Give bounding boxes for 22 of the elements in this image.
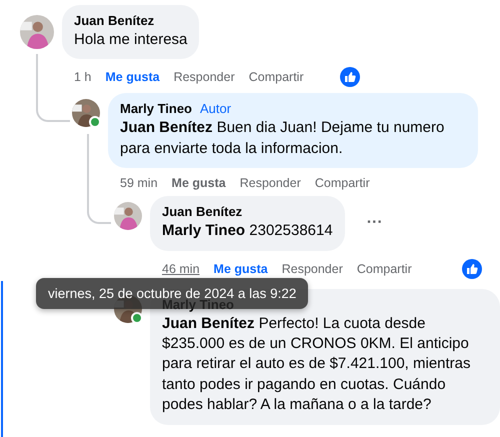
author-name[interactable]: Marly Tineo <box>120 101 192 116</box>
author-name[interactable]: Juan Benítez <box>74 13 154 28</box>
comment-time-link[interactable]: 59 min <box>120 176 158 190</box>
share-link[interactable]: Compartir <box>248 70 304 84</box>
comment-time-link[interactable]: 46 min <box>162 262 200 276</box>
comment-text: Hola me interesa <box>74 30 188 50</box>
reply-link[interactable]: Responder <box>240 176 301 190</box>
share-link[interactable]: Compartir <box>314 176 370 190</box>
share-link[interactable]: Compartir <box>356 262 412 276</box>
comment-text: Juan Benítez Buen dia Juan! Dejame tu numero para enviarte toda la informacion. <box>120 118 446 159</box>
like-link[interactable]: Me gusta <box>214 262 268 276</box>
like-link[interactable]: Me gusta <box>105 70 160 84</box>
reply-link[interactable]: Responder <box>174 70 235 84</box>
author-role-label: Autor <box>200 101 232 116</box>
comment-text: Juan Benítez Perfecto! La cuota desde $235.000 es de un CRONOS 0KM. El anticipo para retirar el auto es de $7.421.100, mientras tanto podes ir pagando en cuotas. Cuándo podes hablar? A la mañana o a la tarde? <box>162 314 472 416</box>
more-options-button[interactable]: ··· <box>366 214 383 232</box>
reply-link[interactable]: Responder <box>282 262 343 276</box>
like-link[interactable]: Me gusta <box>172 176 226 190</box>
author-name[interactable]: Juan Benítez <box>162 204 242 220</box>
comment-text: Marly Tineo 2302538614 <box>162 221 333 242</box>
comment-time-link[interactable]: 1 h <box>74 70 92 84</box>
thread-connector-line <box>36 54 70 122</box>
